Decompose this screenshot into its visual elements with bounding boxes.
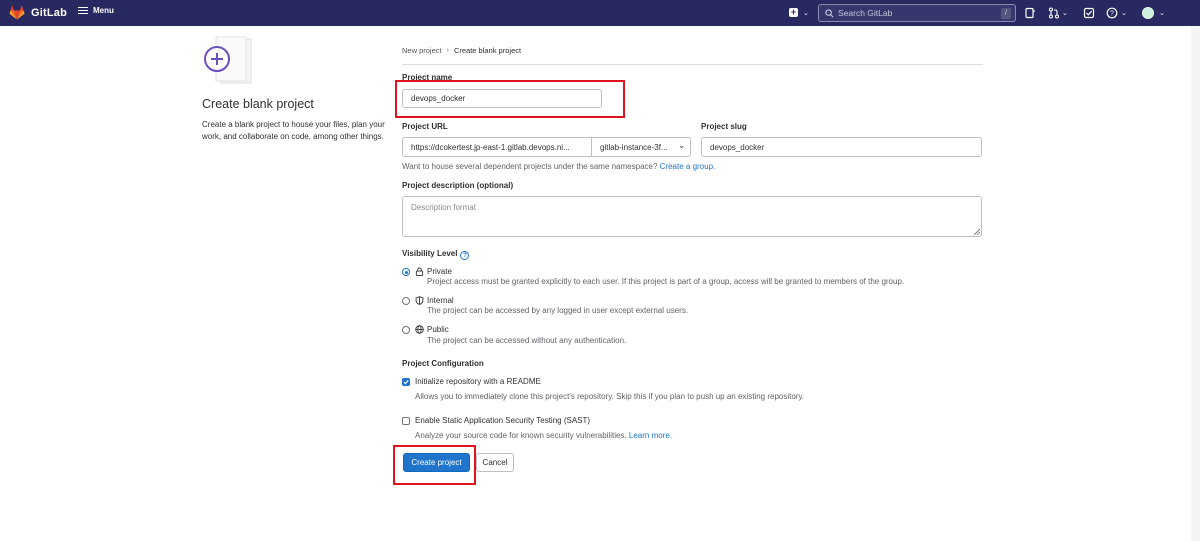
shield-icon [415, 296, 424, 305]
project-slug-value: devops_docker [710, 142, 765, 152]
project-url-value: https://dcokertest.jp-east-1.gitlab.devo… [411, 142, 570, 152]
hamburger-icon [78, 6, 88, 15]
visibility-internal-label: Internal [427, 296, 454, 305]
scrollbar[interactable] [1191, 26, 1200, 541]
learn-more-link[interactable]: Learn more. [629, 431, 672, 440]
top-navbar: GitLab Menu + ⌄ / ⌄ ? ⌄ ⌄ [0, 0, 1200, 26]
breadcrumb: New project › Create blank project [402, 46, 521, 55]
visibility-public-title: Public [415, 325, 449, 334]
user-avatar[interactable] [1142, 7, 1154, 19]
search-shortcut-hint: / [1001, 8, 1011, 19]
namespace-hint: Want to house several dependent projects… [402, 162, 715, 171]
project-name-label: Project name [402, 73, 453, 82]
new-item-icon[interactable]: + [789, 8, 798, 17]
sast-label: Enable Static Application Security Testi… [415, 416, 591, 425]
lock-icon [415, 267, 424, 276]
help-circle-icon[interactable]: ? [460, 251, 470, 260]
chevron-down-icon[interactable]: ⌄ [1121, 9, 1127, 17]
search-icon [825, 8, 834, 17]
visibility-private-radio[interactable] [402, 268, 410, 276]
project-slug-label: Project slug [701, 122, 747, 131]
page-title: Create blank project [202, 97, 314, 111]
chevron-down-icon[interactable]: ⌄ [1159, 9, 1165, 17]
visibility-level-text: Visibility Level [402, 249, 458, 258]
globe-icon [415, 325, 424, 334]
chevron-right-icon: › [446, 47, 449, 54]
sast-checkbox[interactable] [402, 417, 410, 425]
menu-button[interactable]: Menu [78, 6, 114, 15]
brand-name: GitLab [31, 7, 68, 19]
search-box[interactable]: / [818, 4, 1016, 22]
visibility-public-radio[interactable] [402, 326, 410, 334]
visibility-internal-title: Internal [415, 296, 454, 305]
namespace-value: gitlab-instance-3f... [600, 142, 668, 152]
description-textarea[interactable]: Description format [402, 196, 982, 237]
visibility-internal-radio[interactable] [402, 297, 410, 305]
blank-project-illustration [204, 36, 252, 84]
description-label: Project description (optional) [402, 181, 514, 190]
readme-desc: Allows you to immediately clone this pro… [415, 392, 805, 401]
namespace-hint-text: Want to house several dependent projects… [402, 162, 658, 171]
project-slug-input[interactable]: devops_docker [701, 137, 982, 157]
visibility-internal-desc: The project can be accessed by any logge… [427, 306, 689, 315]
description-placeholder: Description format [411, 203, 476, 212]
search-input[interactable] [838, 8, 998, 18]
merge-requests-icon[interactable] [1048, 7, 1060, 19]
project-name-value: devops_docker [411, 94, 466, 103]
readme-checkbox[interactable] [402, 378, 410, 386]
readme-label: Initialize repository with a README [415, 377, 541, 386]
cancel-button[interactable]: Cancel [476, 453, 514, 472]
project-name-input[interactable]: devops_docker [402, 89, 602, 108]
visibility-public-label: Public [427, 325, 449, 334]
create-group-link[interactable]: Create a group. [660, 162, 716, 171]
visibility-public-desc: The project can be accessed without any … [427, 336, 627, 345]
gitlab-logo[interactable]: GitLab [9, 5, 67, 21]
breadcrumb-current: Create blank project [453, 46, 522, 55]
issues-icon[interactable] [1024, 7, 1036, 19]
header-divider [402, 64, 983, 65]
todo-icon[interactable] [1083, 7, 1095, 19]
chevron-down-icon[interactable]: ⌄ [1062, 9, 1068, 17]
namespace-select[interactable]: gitlab-instance-3f... ⌄ [592, 137, 691, 157]
visibility-level-label: Visibility Level? [402, 249, 470, 260]
project-configuration-label: Project Configuration [402, 359, 484, 368]
breadcrumb-parent-link[interactable]: New project [402, 46, 442, 55]
check-icon [403, 380, 409, 385]
menu-label: Menu [93, 6, 114, 15]
resize-handle-icon[interactable] [974, 229, 980, 235]
sast-desc-text: Analyze your source code for known secur… [415, 431, 627, 440]
create-project-button[interactable]: Create project [403, 453, 470, 472]
page-description: Create a blank project to house your fil… [202, 120, 385, 141]
chevron-down-icon[interactable]: ⌄ [803, 9, 809, 17]
sast-desc: Analyze your source code for known secur… [415, 431, 672, 440]
visibility-private-label: Private [427, 267, 452, 276]
project-url-label: Project URL [402, 122, 448, 131]
gitlab-tanuki-icon [9, 5, 25, 20]
chevron-down-icon: ⌄ [678, 141, 685, 150]
visibility-private-title: Private [415, 267, 452, 276]
project-url-input[interactable]: https://dcokertest.jp-east-1.gitlab.devo… [402, 137, 592, 157]
svg-text:?: ? [1110, 10, 1114, 17]
help-icon[interactable]: ? [1106, 7, 1118, 19]
visibility-private-desc: Project access must be granted explicitl… [427, 277, 905, 286]
